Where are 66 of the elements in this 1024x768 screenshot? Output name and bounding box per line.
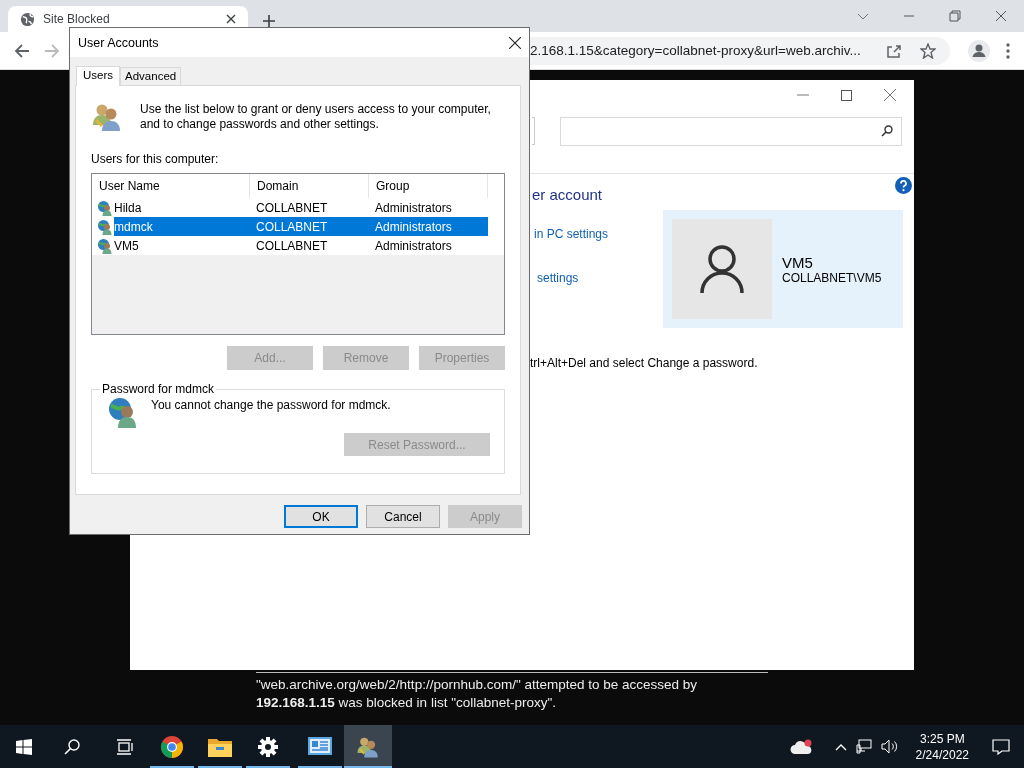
clock-date[interactable]: 2/24/2022 xyxy=(915,746,969,763)
globe-icon xyxy=(20,11,35,27)
notification-icon[interactable] xyxy=(992,738,1010,755)
restore-icon[interactable] xyxy=(949,10,961,22)
password-message: You cannot change the password for mdmck. xyxy=(151,398,391,412)
close-icon[interactable] xyxy=(509,36,521,49)
gear-icon[interactable] xyxy=(258,736,278,757)
list-label: Users for this computer: xyxy=(91,152,220,166)
person-icon xyxy=(700,244,744,294)
block-message: "web.archive.org/web/2/http://pornhub.com/" attempted to be accessed by 192.168.1.15 was blocked in list "collabnet-proxy". xyxy=(256,676,699,712)
user-icon xyxy=(97,199,113,216)
table-cell-text: Administrators xyxy=(375,238,453,253)
intro-text: Use the list below to grant or deny users access to your computer, and to change passwords and other settings. xyxy=(140,101,492,133)
address-field[interactable]: 2.168.1.15&category=collabnet-proxy&url=web.archiv... xyxy=(530,43,874,58)
settings-link[interactable]: in PC settings xyxy=(534,227,609,241)
maximize-icon[interactable] xyxy=(841,89,852,101)
network-icon[interactable] xyxy=(855,739,872,754)
settings-link[interactable]: settings xyxy=(537,271,579,285)
group-title: Password for mdmck xyxy=(101,382,216,396)
section-heading: er account xyxy=(532,186,604,203)
user-account: COLLABNET\VM5 xyxy=(782,270,882,285)
search-icon xyxy=(881,125,893,137)
share-icon[interactable] xyxy=(886,42,902,59)
dialog-button[interactable]: Cancel xyxy=(366,505,440,528)
help-icon[interactable] xyxy=(895,177,912,194)
table-cell-text: Hilda xyxy=(114,200,143,215)
back-arrow-icon[interactable] xyxy=(14,42,30,59)
new-tab-icon[interactable] xyxy=(262,14,276,28)
user-icon xyxy=(97,237,113,254)
running-indicator xyxy=(198,766,242,768)
search-icon[interactable] xyxy=(64,738,80,755)
running-indicator xyxy=(150,766,194,768)
table-cell-text: VM5 xyxy=(114,238,140,253)
table-cell-text: mdmck xyxy=(114,219,154,234)
running-indicator xyxy=(246,766,290,768)
task-view-icon[interactable] xyxy=(115,738,133,755)
star-icon[interactable] xyxy=(920,42,936,59)
close-icon[interactable] xyxy=(226,14,236,24)
cloud-icon[interactable] xyxy=(789,738,814,755)
profile-icon[interactable] xyxy=(968,39,990,62)
table-cell-text: COLLABNET xyxy=(256,238,329,253)
table-cell-text: COLLABNET xyxy=(256,219,329,234)
dialog-tab[interactable]: Advanced xyxy=(120,67,182,85)
table-cell-text: Administrators xyxy=(375,200,453,215)
tab-title: Site Blocked xyxy=(43,12,111,26)
table-cell-text: Administrators xyxy=(375,219,453,234)
menu-icon[interactable] xyxy=(1006,42,1010,59)
list-row[interactable]: mdmck COLLABNET Administrators xyxy=(114,217,488,236)
windows-logo-icon[interactable] xyxy=(16,738,32,755)
password-note: trl+Alt+Del and select Change a password. xyxy=(530,356,759,370)
user-name: VM5 xyxy=(782,253,814,271)
table-cell-text: COLLABNET xyxy=(256,200,329,215)
clock-time[interactable]: 3:25 PM xyxy=(915,730,969,747)
volume-icon[interactable] xyxy=(880,739,899,754)
chevron-up-icon[interactable] xyxy=(834,742,847,751)
window-title: User Accounts xyxy=(78,35,159,50)
dialog-button[interactable]: OK xyxy=(284,505,358,528)
folder-icon[interactable] xyxy=(208,736,232,757)
user-icon xyxy=(97,218,113,235)
search-field[interactable] xyxy=(560,116,902,146)
user-icon xyxy=(107,396,139,428)
running-indicator xyxy=(298,766,342,768)
dialog-tab[interactable]: Users xyxy=(76,66,121,86)
chrome-icon[interactable] xyxy=(160,734,184,759)
running-indicator xyxy=(344,766,392,768)
control-panel-icon[interactable] xyxy=(308,736,332,757)
